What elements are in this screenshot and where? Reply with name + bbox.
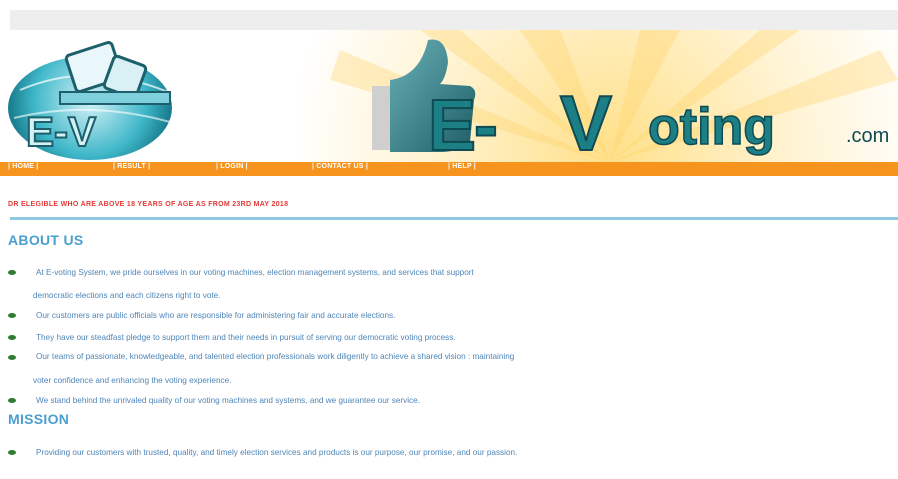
header-banner: E-V E- V oting .com [8,30,898,162]
about-line-3: They have our steadfast pledge to suppor… [36,333,456,342]
mission-line-1: Providing our customers with trusted, qu… [36,448,518,457]
nav-login[interactable]: | LOGIN | [216,163,248,170]
browser-top-bar [10,10,898,32]
site-header: E-V E- V oting .com [0,30,898,162]
mission-heading: MISSION [8,411,70,427]
bullet-icon [8,313,16,318]
svg-text:.com: .com [846,125,889,147]
bullet-icon [8,270,16,275]
nav-help[interactable]: | HELP | [448,163,476,170]
about-heading: ABOUT US [8,232,84,248]
nav-result[interactable]: | RESULT | [113,163,150,170]
bullet-icon [8,335,16,340]
announcement-marquee: DR ELEGIBLE WHO ARE ABOVE 18 YEARS OF AG… [8,201,289,208]
about-line-1-cont: democratic elections and each citizens r… [33,291,221,300]
about-line-5: We stand behind the unrivaled quality of… [36,396,420,405]
svg-text:E-V: E-V [26,108,96,155]
bullet-icon [8,398,16,403]
svg-text:oting: oting [648,98,775,156]
svg-text:E-: E- [428,86,496,162]
bullet-icon [8,355,16,360]
nav-home[interactable]: | HOME | [8,163,38,170]
about-line-1: At E-voting System, we pride ourselves i… [36,268,474,277]
svg-text:V: V [560,79,612,162]
ballot-globe-logo: E-V [8,41,172,160]
about-line-4-cont: voter confidence and enhancing the votin… [33,376,232,385]
about-line-2: Our customers are public officials who a… [36,311,396,320]
section-divider [10,217,898,220]
main-nav: | HOME | | RESULT | | LOGIN | | CONTACT … [0,162,898,176]
nav-contact-us[interactable]: | CONTACT US | [312,163,368,170]
about-line-4: Our teams of passionate, knowledgeable, … [36,352,515,361]
bullet-icon [8,450,16,455]
